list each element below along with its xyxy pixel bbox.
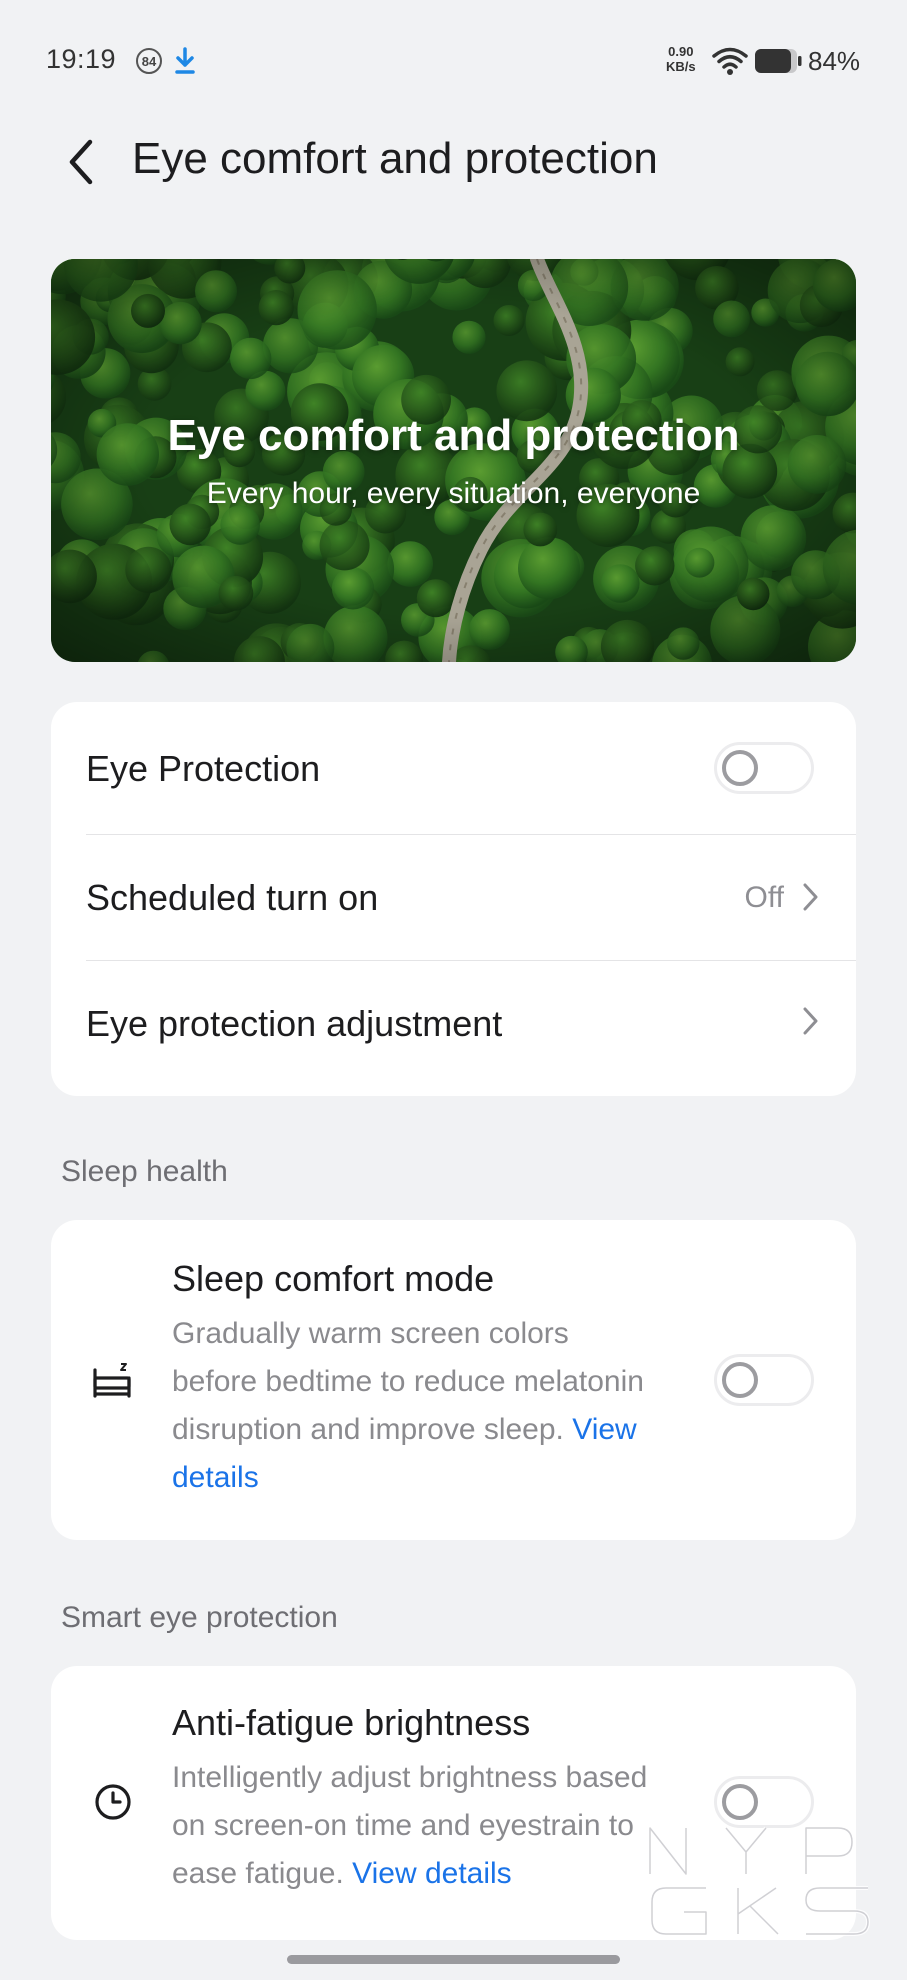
section-heading-sleep-health: Sleep health xyxy=(61,1155,228,1188)
toggle-knob xyxy=(722,750,758,786)
network-speed-unit: KB/s xyxy=(666,59,696,74)
watermark-logo xyxy=(648,1826,870,1936)
chevron-left-icon[interactable] xyxy=(60,136,104,188)
eye-protection-card: Eye Protection Scheduled turn on Off Eye… xyxy=(51,702,856,1096)
desc-line: on screen-on time and eyestrain to xyxy=(172,1809,634,1842)
view-details-link[interactable]: details xyxy=(172,1461,259,1494)
download-icon xyxy=(175,47,195,74)
desc-line: details xyxy=(172,1454,692,1502)
view-details-link[interactable]: View xyxy=(572,1413,636,1446)
network-speed-value: 0.90 xyxy=(668,44,694,59)
notification-badge-icon: 84 xyxy=(136,48,162,74)
section-heading-smart-eye-protection: Smart eye protection xyxy=(61,1601,338,1634)
eye-protection-toggle[interactable] xyxy=(714,742,814,794)
desc-line: disruption and improve sleep. View xyxy=(172,1406,692,1454)
status-time: 19:19 xyxy=(46,44,117,74)
wifi-icon xyxy=(712,47,748,75)
anti-fatigue-toggle[interactable] xyxy=(714,1776,814,1828)
eye-protection-adjustment-label: Eye protection adjustment xyxy=(86,1003,503,1044)
eye-protection-label: Eye Protection xyxy=(86,748,321,789)
sleep-comfort-description: Gradually warm screen colors before bedt… xyxy=(172,1310,692,1502)
view-details-link[interactable]: View details xyxy=(352,1857,512,1890)
eye-protection-adjustment-row[interactable]: Eye protection adjustment xyxy=(51,961,856,1096)
scheduled-turn-on-row[interactable]: Scheduled turn on Off xyxy=(51,835,856,960)
hero-banner: Eye comfort and protection Every hour, e… xyxy=(51,259,856,662)
network-speed: 0.90 KB/s xyxy=(666,44,696,74)
desc-line: Gradually warm screen colors xyxy=(172,1317,569,1350)
anti-fatigue-title: Anti-fatigue brightness xyxy=(172,1702,531,1743)
page-title: Eye comfort and protection xyxy=(132,134,658,183)
chevron-right-icon xyxy=(803,1007,818,1035)
desc-text: ease fatigue. xyxy=(172,1857,344,1890)
sleep-comfort-card[interactable]: Sleep comfort mode Gradually warm screen… xyxy=(51,1220,856,1540)
toggle-knob xyxy=(722,1784,758,1820)
banner-subtitle: Every hour, every situation, everyone xyxy=(206,477,701,510)
scheduled-turn-on-value: Off xyxy=(744,881,784,914)
sleep-comfort-toggle[interactable] xyxy=(714,1354,814,1406)
battery-percent: 84% xyxy=(808,46,861,76)
sleep-comfort-title: Sleep comfort mode xyxy=(172,1258,495,1299)
chevron-right-icon xyxy=(803,883,818,911)
desc-line: before bedtime to reduce melatonin xyxy=(172,1365,644,1398)
toggle-knob xyxy=(722,1362,758,1398)
bed-icon xyxy=(93,1363,131,1398)
desc-line: ease fatigue. View details xyxy=(172,1850,712,1898)
banner-title: Eye comfort and protection xyxy=(167,411,740,460)
clock-icon xyxy=(95,1784,131,1820)
status-bar: 19:19 84 0.90 KB/s 84% xyxy=(0,0,907,120)
desc-line: Intelligently adjust brightness based xyxy=(172,1761,648,1794)
home-indicator[interactable] xyxy=(287,1955,620,1964)
desc-text: disruption and improve sleep. xyxy=(172,1413,564,1446)
scheduled-turn-on-label: Scheduled turn on xyxy=(86,877,379,918)
battery-icon xyxy=(755,49,802,73)
eye-protection-row[interactable]: Eye Protection xyxy=(51,702,856,834)
anti-fatigue-description: Intelligently adjust brightness based on… xyxy=(172,1754,712,1898)
